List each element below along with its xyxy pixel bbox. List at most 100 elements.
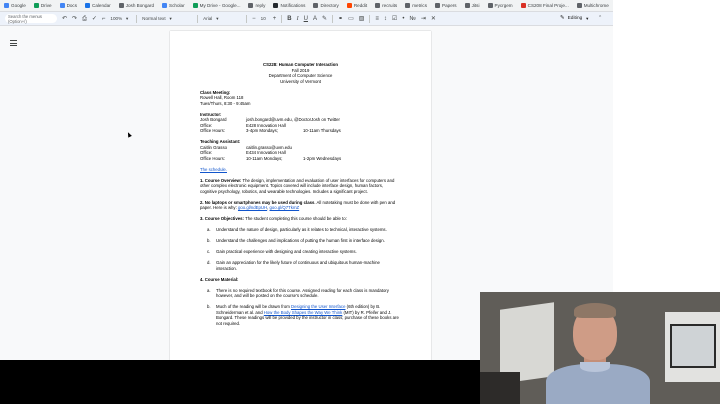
bookmark-label: Papers: [442, 3, 457, 8]
bookmark-item[interactable]: Scholar: [162, 3, 185, 8]
bookmark-item[interactable]: Reddit: [346, 3, 367, 8]
bookmark-item[interactable]: Josh Bongard: [118, 3, 154, 8]
zoom-select[interactable]: 100% ▼: [110, 16, 129, 21]
bookmark-label: Multichrome: [583, 3, 609, 8]
bookmark-label: CS208 Final Proje...: [527, 3, 569, 8]
bookmark-item[interactable]: Directory: [313, 3, 339, 8]
book-link-2[interactable]: How the Body Shapes the Way We Think: [264, 310, 343, 315]
document-outline-icon[interactable]: [10, 40, 17, 46]
paint-format-icon[interactable]: ⌐: [102, 16, 106, 22]
bookmark-item[interactable]: reply: [248, 3, 265, 8]
redo-icon[interactable]: ↷: [72, 16, 77, 22]
reference-link-1[interactable]: goo.gl/ndEpUH: [238, 205, 267, 210]
font-size-increase-icon[interactable]: +: [273, 16, 277, 22]
bookmark-label: metrics: [412, 3, 428, 8]
print-icon[interactable]: ⎙: [82, 16, 87, 22]
material-text-part: Much of the reading will be drawn from: [216, 304, 291, 309]
objective-text: Gain an appreciation for the likely futu…: [216, 260, 380, 271]
line-spacing-icon[interactable]: ↕: [384, 16, 387, 22]
style-select[interactable]: Normal text ▼: [142, 16, 190, 21]
bookmark-favicon-icon: [487, 3, 493, 8]
bookmark-label: Google: [11, 3, 26, 8]
font-size-decrease-icon[interactable]: −: [252, 16, 256, 22]
toolbar-divider: [281, 14, 283, 23]
comment-icon[interactable]: ▭: [348, 16, 354, 22]
text-color-icon[interactable]: A: [313, 16, 317, 22]
toolbar-divider: [246, 14, 248, 23]
bookmark-item[interactable]: Pycrgem: [487, 3, 513, 8]
underline-icon[interactable]: U: [304, 16, 308, 22]
bookmark-favicon-icon: [346, 3, 352, 8]
menu-search-input[interactable]: Search the menus (Option+/): [5, 14, 57, 24]
bookmark-favicon-icon: [464, 3, 470, 8]
bookmark-item[interactable]: Calendar: [85, 3, 111, 8]
material-item: a. There is no required textbook for thi…: [207, 288, 401, 299]
bookmark-item[interactable]: My Drive - Google...: [192, 3, 241, 8]
objective-number: c.: [207, 249, 211, 254]
bookmark-label: Scholar: [169, 3, 185, 8]
material-item-text: There is no required textbook for this c…: [216, 287, 389, 299]
course-overview-heading: 1. Course Overview:: [200, 177, 242, 183]
bookmark-item[interactable]: Google: [4, 3, 26, 8]
image-icon[interactable]: ▨: [359, 16, 365, 22]
objective-text: Gain practical experience with designing…: [216, 249, 357, 254]
objectives-list: a. Understand the nature of design, parti…: [200, 227, 401, 271]
objective-text: Understand the nature of design, particu…: [216, 227, 387, 232]
bookmark-label: Jitsi: [471, 3, 480, 8]
webcam-video: [480, 292, 720, 404]
font-size-field[interactable]: 10: [261, 16, 266, 21]
spellcheck-icon[interactable]: ✓: [92, 16, 97, 22]
right-window-edge: [613, 0, 720, 292]
bookmark-item[interactable]: Jitsi: [464, 3, 480, 8]
objective-text: Understand the challenges and implicatio…: [216, 238, 385, 243]
italic-icon[interactable]: I: [297, 16, 299, 22]
objective-item: a. Understand the nature of design, parti…: [207, 227, 401, 233]
chevron-up-icon[interactable]: ⌃: [598, 15, 602, 21]
desk: [480, 372, 520, 404]
font-select[interactable]: Arial ▼: [203, 16, 239, 21]
link-icon[interactable]: ⚭: [338, 16, 343, 22]
clear-formatting-icon[interactable]: ✕: [431, 16, 436, 22]
font-size-value: 10: [260, 16, 266, 21]
editing-mode-select[interactable]: ✎ Editing ▼: [560, 15, 589, 21]
bookmark-favicon-icon: [59, 3, 65, 8]
numbered-list-icon[interactable]: №: [409, 16, 415, 22]
bookmark-label: My Drive - Google...: [199, 3, 241, 8]
align-icon[interactable]: ≡: [375, 16, 379, 22]
toolbar-divider: [332, 14, 334, 23]
bookmark-item[interactable]: Docs: [59, 3, 77, 8]
bookmark-item[interactable]: Drive: [33, 3, 52, 8]
indent-icon[interactable]: ⇥: [421, 16, 426, 22]
office-hours-label: Office Hours:: [200, 128, 225, 133]
bookmark-label: reply: [255, 3, 266, 8]
highlight-icon[interactable]: ✎: [322, 16, 327, 22]
bookmark-favicon-icon: [118, 3, 124, 8]
chevron-down-icon: ▼: [215, 16, 220, 21]
bookmark-label: Notifications: [280, 3, 306, 8]
docs-toolbar: Search the menus (Option+/) ↶ ↷ ⎙ ✓ ⌐ 10…: [0, 12, 613, 26]
book-link-1[interactable]: Designing the User Interface: [291, 304, 345, 309]
chevron-down-icon: ▼: [125, 16, 130, 21]
bookmark-item[interactable]: Papers: [435, 3, 457, 8]
bookmark-item[interactable]: recruits: [375, 3, 397, 8]
office-hours-label: Office Hours:: [200, 155, 225, 161]
bookmark-item[interactable]: Multichrome: [576, 3, 609, 8]
bookmark-favicon-icon: [273, 3, 279, 8]
material-item-number: a.: [207, 287, 211, 293]
objective-number: d.: [207, 260, 211, 265]
undo-icon[interactable]: ↶: [62, 16, 67, 22]
schedule-link[interactable]: The schedule.: [200, 167, 227, 172]
reference-link-2[interactable]: goo.gl/Q7TkmZ: [270, 205, 300, 210]
bold-icon[interactable]: B: [287, 16, 291, 22]
document-page[interactable]: CS228: Human Computer Interaction Fall 2…: [170, 31, 431, 360]
toolbar-divider: [197, 14, 199, 23]
bookmark-item[interactable]: CS208 Final Proje...: [520, 3, 569, 8]
objectives-heading: 3. Course Objectives:: [200, 216, 244, 221]
bookmark-item[interactable]: metrics: [405, 3, 427, 8]
bookmark-item[interactable]: Notifications: [273, 3, 305, 8]
material-item-number: b.: [207, 304, 211, 309]
objective-item: c. Gain practical experience with designi…: [207, 249, 401, 255]
bulleted-list-icon[interactable]: •: [402, 16, 404, 22]
checklist-icon[interactable]: ☑: [392, 16, 397, 22]
objective-item: b. Understand the challenges and implicat…: [207, 238, 401, 244]
